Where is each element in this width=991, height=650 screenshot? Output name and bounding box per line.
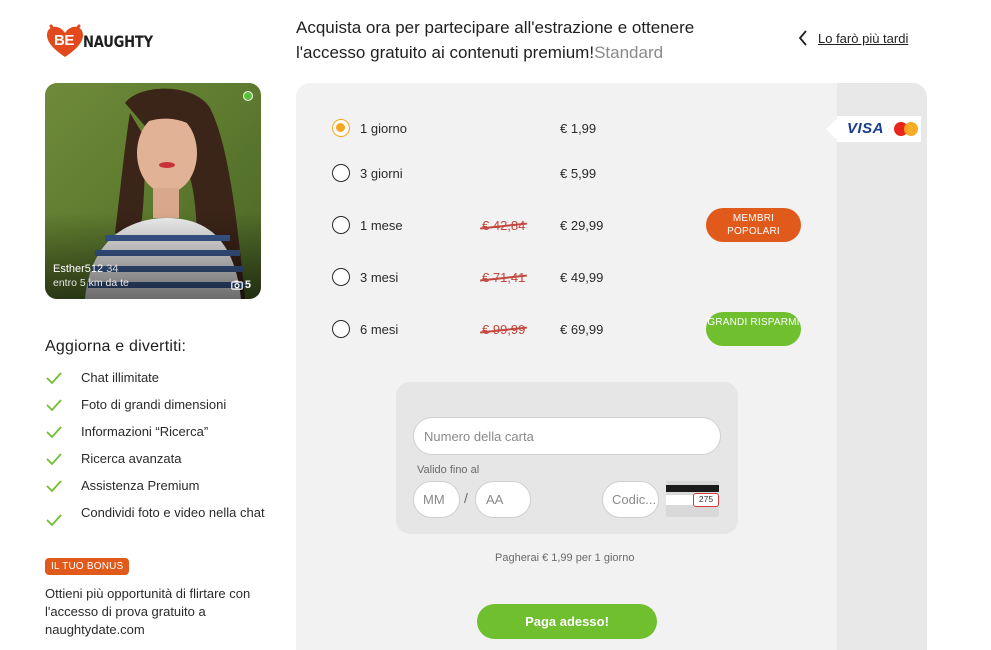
profile-username: Esther512 xyxy=(53,263,104,275)
expiry-separator: / xyxy=(464,490,468,506)
card-number-input[interactable]: Numero della carta xyxy=(413,417,721,455)
plan-price: € 29,99 xyxy=(560,217,604,233)
pay-now-button[interactable]: Paga adesso! xyxy=(477,604,657,639)
plan-label: 3 mesi xyxy=(360,269,399,285)
cvv-input[interactable]: Codic... xyxy=(602,481,659,518)
feature-item: Informazioni “Ricerca” xyxy=(45,423,265,441)
profile-card[interactable]: Esther512 34 entro 5 km da te 5 xyxy=(45,83,261,299)
popular-members-badge: MEMBRI POPOLARI xyxy=(706,208,801,242)
radio-unselected[interactable] xyxy=(332,268,350,286)
plan-price: € 69,99 xyxy=(560,321,604,337)
profile-distance: entro 5 km da te xyxy=(53,277,129,289)
feature-item: Ricerca avanzata xyxy=(45,450,265,468)
camera-icon xyxy=(231,280,243,290)
payment-summary: Pagherai € 1,99 per 1 giorno xyxy=(495,552,635,564)
logo-wordmark: NAUGHTY xyxy=(83,31,153,51)
features-title: Aggiorna e divertiti: xyxy=(45,338,187,355)
cvv-hint-card-icon: 275 xyxy=(666,481,719,517)
feature-item: Condividi foto e video nella chat xyxy=(45,504,265,527)
plan-old-price: € 42,84 xyxy=(480,218,528,233)
plan-option-3-giorni[interactable]: 3 giorni € 5,99 xyxy=(332,156,812,190)
bonus-text: Ottieni più opportunità di flirtare con … xyxy=(45,586,251,637)
feature-label: Ricerca avanzata xyxy=(81,451,182,466)
feature-label: Condividi foto e video nella chat xyxy=(81,505,265,520)
devil-heart-icon: BE xyxy=(45,23,85,59)
radio-unselected[interactable] xyxy=(332,320,350,338)
feature-label: Chat illimitate xyxy=(81,370,160,385)
plan-old-price: € 99,99 xyxy=(480,322,528,337)
plan-label: 1 giorno xyxy=(360,120,407,136)
later-link[interactable]: Lo farò più tardi xyxy=(798,30,908,46)
logo-prefix: BE xyxy=(54,32,74,49)
profile-name: Esther512 34 xyxy=(53,263,118,275)
brand-logo[interactable]: BE NAUGHTY xyxy=(45,22,168,60)
feature-item: Foto di grandi dimensioni xyxy=(45,396,265,414)
payment-methods-panel xyxy=(837,83,927,650)
feature-label: Informazioni “Ricerca” xyxy=(81,424,209,439)
visa-logo: VISA xyxy=(847,120,885,137)
later-label: Lo farò più tardi xyxy=(818,30,909,46)
magnetic-stripe xyxy=(666,485,719,492)
feature-label: Foto di grandi dimensioni xyxy=(81,397,227,412)
feature-label: Assistenza Premium xyxy=(81,478,200,493)
check-icon xyxy=(46,372,62,385)
big-savings-badge: GRANDI RISPARMI xyxy=(706,312,801,346)
cvv-example: 275 xyxy=(693,493,719,507)
radio-unselected[interactable] xyxy=(332,164,350,182)
page-headline: Acquista ora per partecipare all'estrazi… xyxy=(296,15,756,65)
check-icon xyxy=(46,480,62,493)
features-list: Chat illimitate Foto di grandi dimension… xyxy=(45,369,265,531)
plan-type-label: Standard xyxy=(594,43,664,62)
bonus-badge: IL TUO BONUS xyxy=(45,558,130,575)
plan-price: € 49,99 xyxy=(560,269,604,285)
check-icon xyxy=(46,453,62,466)
mastercard-icon xyxy=(894,122,918,136)
check-icon xyxy=(46,399,62,412)
plan-old-price: € 71,41 xyxy=(480,270,528,285)
check-icon xyxy=(46,426,62,439)
expiry-label: Valido fino al xyxy=(417,464,480,476)
radio-unselected[interactable] xyxy=(332,216,350,234)
feature-item: Assistenza Premium xyxy=(45,477,265,495)
photo-count[interactable]: 5 xyxy=(231,279,251,291)
feature-item: Chat illimitate xyxy=(45,369,265,387)
chevron-left-icon xyxy=(798,30,807,46)
plan-option-6-mesi[interactable]: 6 mesi € 99,99 € 69,99 GRANDI RISPARMI xyxy=(332,312,812,346)
plan-option-1-mese[interactable]: 1 mese € 42,84 € 29,99 MEMBRI POPOLARI xyxy=(332,208,812,242)
photo-count-value: 5 xyxy=(244,279,251,291)
plan-label: 6 mesi xyxy=(360,321,399,337)
expiry-month-input[interactable]: MM xyxy=(413,481,460,518)
card-method-tab[interactable]: VISA xyxy=(826,116,921,142)
plan-label: 3 giorni xyxy=(360,165,403,181)
radio-selected[interactable] xyxy=(332,119,350,137)
profile-age: 34 xyxy=(106,263,119,275)
plan-price: € 5,99 xyxy=(560,165,597,181)
plan-label: 1 mese xyxy=(360,217,403,233)
plan-price: € 1,99 xyxy=(560,120,597,136)
check-icon xyxy=(46,514,62,527)
plan-option-3-mesi[interactable]: 3 mesi € 71,41 € 49,99 xyxy=(332,260,812,294)
online-status-dot xyxy=(243,91,253,101)
expiry-year-input[interactable]: AA xyxy=(475,481,531,518)
plan-option-1-giorno[interactable]: 1 giorno € 1,99 xyxy=(332,111,812,145)
